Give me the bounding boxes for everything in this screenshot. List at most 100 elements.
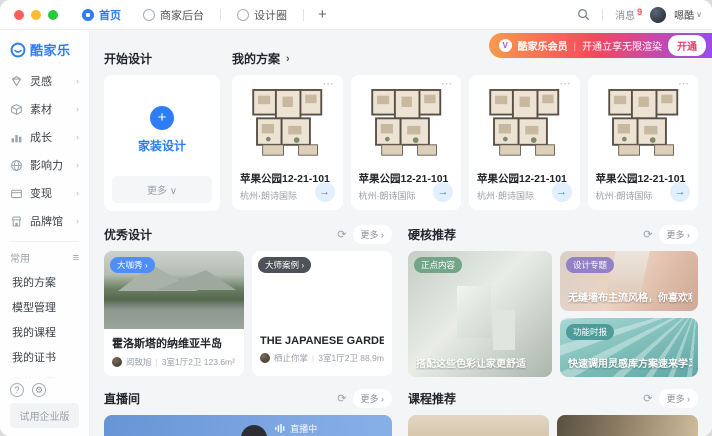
sidebar-shortcut-item[interactable]: 我的方案 [0,369,89,379]
tab-label: 设计圈 [254,7,287,23]
common-shortcuts-list: 我的方案 模型管理 我的课程 我的证书 我的方案 模型管理 我的课程 我的证书 [0,269,89,379]
design-title: THE JAPANESE GARDEN [260,335,384,347]
live-stream-card[interactable]: 直播中 CAD软件绘图命令教学 [104,415,392,436]
my-plans-section: 我的方案 › ⋯ [232,50,698,211]
plan-cards: ⋯ [232,75,698,210]
sidebar-item-materials[interactable]: 素材 › [0,95,89,123]
sidebar-item-inspiration[interactable]: 灵感 › [0,67,89,95]
floor-plan-image [596,81,691,167]
list-edit-icon[interactable]: ≡ [73,252,79,264]
section-title: 硬核推荐 [408,226,456,243]
badge: 正点内容 [414,257,462,273]
more-options-icon[interactable]: ⋯ [441,77,453,90]
new-tab-button[interactable]: + [310,6,335,23]
chevron-right-icon: › [76,188,79,198]
design-cover-image: 大咖秀 › [104,251,244,329]
sidebar-divider [10,241,79,242]
tab-design-circle[interactable]: 设计圈 [227,3,297,27]
course-card[interactable] [557,415,698,436]
top-row: 开始设计 + 家装设计 更多 ∨ 我的方案 › [104,50,698,211]
course-card[interactable] [408,415,549,436]
tab-home[interactable]: 首页 [72,3,131,27]
app-window: 首页 商家后台 设计圈 + 消息 9 [0,0,712,436]
design-card[interactable]: 大师案例 › THE JAPANESE GARDEN 栖止你掌 | 3室1厅2卫… [252,251,392,376]
open-plan-arrow-button[interactable]: → [315,182,335,202]
card-icon [10,187,23,200]
sidebar-item-influence[interactable]: 影响力 › [0,151,89,179]
store-icon [10,215,23,228]
hardcore-more-button[interactable]: 更多 › [659,225,699,244]
courses-more-button[interactable]: 更多 › [659,389,699,408]
maximize-window-button[interactable] [48,10,58,20]
topbar-right: 消息 9 嗯酷 ∨ [577,7,702,23]
chevron-right-icon: › [76,104,79,114]
badge[interactable]: 大咖秀 › [110,257,155,273]
sidebar-item-label: 素材 [30,101,52,117]
tab-merchant-console[interactable]: 商家后台 [133,3,214,27]
floor-plan-image [477,81,572,167]
trial-enterprise-button[interactable]: 试用企业版 [10,403,79,428]
sidebar: 酷家乐 灵感 › 素材 › 成长 › [0,30,90,436]
sidebar-item-growth[interactable]: 成长 › [0,123,89,151]
badge: 设计专题 [566,257,614,273]
plan-card[interactable]: ⋯ [469,75,580,210]
floor-plan-image [240,81,335,167]
vip-promo-banner[interactable]: V 酷家乐会员 | 开通立享无限渲染 开通 [489,33,712,58]
sidebar-item-label: 品牌馆 [30,213,63,229]
open-plan-arrow-button[interactable]: → [552,182,572,202]
plan-card[interactable]: ⋯ [351,75,462,210]
user-avatar[interactable] [650,7,666,23]
open-plan-arrow-button[interactable]: → [670,182,690,202]
kujiale-logo-icon [10,42,26,58]
sidebar-item-monetize[interactable]: 变现 › [0,179,89,207]
recommend-card[interactable]: 功能时报 快速调用灵感库方案速来学习 [560,318,698,378]
floor-plan-image [359,81,454,167]
kujiale-logo[interactable]: 酷家乐 [0,40,89,67]
more-options-icon[interactable]: ⋯ [678,77,690,90]
new-home-design-button[interactable]: + 家装设计 [138,83,186,176]
badge: 功能时报 [566,324,614,340]
chevron-right-icon: › [76,76,79,86]
author-name: 栖止你掌 [274,352,308,364]
live-room-section: 直播间 ⟳ 更多 › 直播中 CAD软件绘 [104,389,392,436]
plan-card[interactable]: ⋯ [232,75,343,210]
gem-icon [10,75,23,88]
live-more-button[interactable]: 更多 › [353,389,393,408]
refresh-icon[interactable]: ⟳ [643,228,652,241]
close-window-button[interactable] [14,10,24,20]
help-icon[interactable]: ? [10,383,24,397]
plan-card[interactable]: ⋯ [588,75,699,210]
chevron-right-icon: › [76,160,79,170]
plus-icon: + [150,106,174,130]
messages-button[interactable]: 消息 9 [615,7,642,22]
gear-icon[interactable]: ⚙ [32,383,46,397]
minimize-window-button[interactable] [31,10,41,20]
sidebar-shortcut-item[interactable]: 我的课程 [0,319,89,344]
badge[interactable]: 大师案例 › [258,257,311,273]
open-plan-arrow-button[interactable]: → [433,182,453,202]
open-vip-button[interactable]: 开通 [668,35,706,56]
more-options-icon[interactable]: ⋯ [560,77,572,90]
recommend-card[interactable]: 设计专题 无缝墙布主流风格，你喜欢哪款 [560,251,698,311]
card-caption: 无缝墙布主流风格，你喜欢哪款 [568,289,692,304]
user-menu[interactable]: 嗯酷 ∨ [674,7,702,22]
chevron-right-icon: › [76,132,79,142]
start-design-more-button[interactable]: 更多 ∨ [112,176,212,203]
sidebar-shortcut-item[interactable]: 我的证书 [0,344,89,369]
tab-label: 首页 [99,7,121,23]
tab-label: 商家后台 [160,7,204,23]
excellent-more-button[interactable]: 更多 › [353,225,393,244]
sidebar-item-brand-hall[interactable]: 品牌馆 › [0,207,89,235]
design-card[interactable]: 大咖秀 › 霍洛斯塔的纳维亚半岛 阅致旭 | 3室1厅2卫 123.6m² [104,251,244,376]
sidebar-shortcut-item[interactable]: 模型管理 [0,294,89,319]
refresh-icon[interactable]: ⟳ [643,392,652,405]
recommend-card[interactable]: 正点内容 搭配这些色彩让家更舒适 [408,251,552,377]
start-design-card: + 家装设计 更多 ∨ [104,75,220,211]
more-options-icon[interactable]: ⋯ [323,77,335,90]
search-icon[interactable] [577,8,590,21]
topbar-divider [602,9,603,21]
user-name: 嗯酷 [674,7,694,22]
refresh-icon[interactable]: ⟳ [337,392,346,405]
sidebar-shortcut-item[interactable]: 我的方案 [0,269,89,294]
refresh-icon[interactable]: ⟳ [337,228,346,241]
